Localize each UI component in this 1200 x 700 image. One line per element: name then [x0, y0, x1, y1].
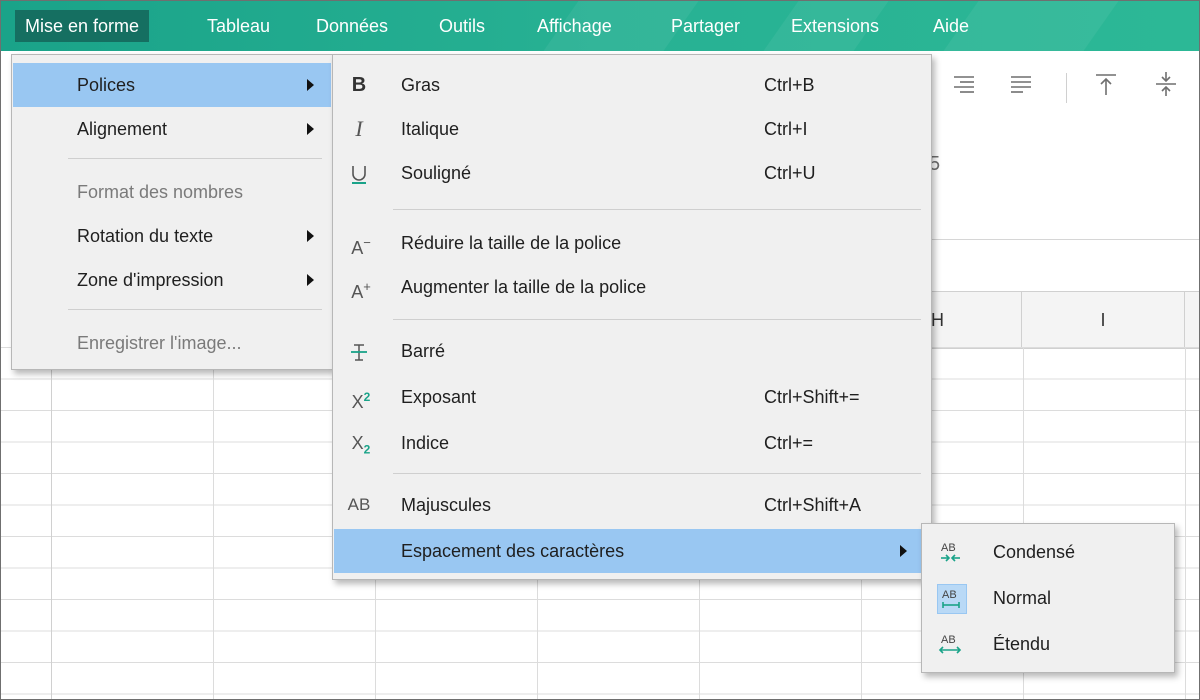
menu-item-italique[interactable]: I Italique Ctrl+I	[334, 107, 930, 151]
menu-item-label: Condensé	[993, 542, 1076, 562]
menu-item-label: Majuscules	[401, 495, 492, 515]
menu-partager[interactable]: Partager	[661, 10, 750, 42]
bold-icon: B	[351, 74, 367, 96]
column-label: I	[1100, 310, 1106, 330]
format-menu: Polices Alignement Format des nombres Ro…	[11, 54, 333, 370]
normal-spacing-icon: AB	[937, 584, 967, 614]
menu-tableau[interactable]: Tableau	[197, 10, 280, 42]
menu-item-format-des-nombres: Format des nombres	[13, 170, 331, 214]
menu-separator	[393, 209, 921, 210]
menu-item-polices[interactable]: Polices	[13, 63, 331, 107]
menu-item-rotation-du-texte[interactable]: Rotation du texte	[13, 214, 331, 258]
menu-item-normal[interactable]: AB Normal	[923, 576, 1173, 620]
subscript-icon: X2	[351, 433, 371, 457]
menu-item-label: Étendu	[993, 634, 1051, 654]
align-justify-icon[interactable]	[1006, 71, 1036, 101]
menu-separator	[68, 309, 322, 310]
menu-item-label: Polices	[77, 75, 136, 95]
menu-item-label: Alignement	[77, 119, 168, 139]
menu-item-enregistrer-l-image: Enregistrer l'image...	[13, 321, 331, 365]
menu-separator	[393, 319, 921, 320]
expanded-spacing-icon: AB	[937, 630, 965, 658]
menu-item-label: Barré	[401, 341, 446, 361]
menu-item-label: Souligné	[401, 163, 472, 183]
menu-mise-en-forme[interactable]: Mise en forme	[15, 10, 150, 42]
submenu-arrow-icon	[307, 79, 314, 91]
menu-separator	[68, 158, 322, 159]
menu-item-barre[interactable]: Barré	[334, 329, 930, 373]
menu-item-espacement[interactable]: Espacement des caractères	[334, 529, 930, 573]
menu-aide[interactable]: Aide	[923, 10, 979, 42]
menu-extensions[interactable]: Extensions	[781, 10, 889, 42]
menu-item-label: Exposant	[401, 387, 477, 407]
column-header-i[interactable]: I	[1022, 291, 1185, 349]
menu-item-majuscules[interactable]: AB Majuscules Ctrl+Shift+A	[334, 483, 930, 527]
menu-item-souligne[interactable]: Souligné Ctrl+U	[334, 151, 930, 195]
menu-item-label: Zone d'impression	[77, 270, 224, 290]
menu-item-label: Indice	[401, 433, 450, 453]
menu-affichage[interactable]: Affichage	[527, 10, 622, 42]
column-header-j[interactable]	[1185, 291, 1199, 349]
shortcut-label: Ctrl+B	[764, 75, 815, 95]
menu-item-zone-d-impression[interactable]: Zone d'impression	[13, 258, 331, 302]
submenu-arrow-icon	[307, 123, 314, 135]
menu-item-indice[interactable]: X2 Indice Ctrl+=	[334, 421, 930, 465]
menu-item-label: Rotation du texte	[77, 226, 214, 246]
italic-icon: I	[355, 116, 363, 141]
column-label: H	[931, 310, 944, 330]
shortcut-label: Ctrl+U	[764, 163, 816, 183]
menu-item-label: Italique	[401, 119, 460, 139]
menu-separator	[393, 473, 921, 474]
fonts-submenu: B Gras Ctrl+B I Italique Ctrl+I Souligné…	[332, 54, 932, 580]
menu-donnees[interactable]: Données	[306, 10, 398, 42]
menu-item-label: Réduire la taille de la police	[401, 233, 622, 253]
shortcut-label: Ctrl+Shift+=	[764, 387, 860, 407]
strikethrough-icon	[348, 329, 370, 373]
toolbar-separator	[1066, 73, 1067, 103]
increase-font-size-icon: A+	[351, 279, 371, 302]
underline-icon	[348, 151, 370, 195]
app-window: Mise en forme Tableau Données Outils Aff…	[0, 0, 1200, 700]
shortcut-label: Ctrl+I	[764, 119, 808, 139]
menu-item-augmenter-taille[interactable]: A+ Augmenter la taille de la police	[334, 265, 930, 309]
menu-item-exposant[interactable]: X2 Exposant Ctrl+Shift+=	[334, 375, 930, 419]
shortcut-label: Ctrl+Shift+A	[764, 495, 862, 515]
menu-item-gras[interactable]: B Gras Ctrl+B	[334, 63, 930, 107]
menu-item-reduire-taille[interactable]: A− Réduire la taille de la police	[334, 221, 930, 265]
menu-item-etendu[interactable]: AB Étendu	[923, 622, 1173, 666]
condensed-spacing-icon: AB	[937, 538, 965, 566]
submenu-arrow-icon	[900, 545, 907, 557]
menu-item-label: Format des nombres	[77, 182, 244, 202]
svg-text:AB: AB	[941, 542, 956, 554]
menu-item-label: Normal	[993, 588, 1052, 608]
align-top-icon[interactable]	[1091, 71, 1121, 101]
menu-item-label: Gras	[401, 75, 441, 95]
menu-item-alignement[interactable]: Alignement	[13, 107, 331, 151]
menu-item-label: Espacement des caractères	[401, 541, 625, 561]
submenu-arrow-icon	[307, 230, 314, 242]
superscript-icon: X2	[351, 390, 371, 412]
svg-text:AB: AB	[942, 589, 957, 601]
menu-item-label: Augmenter la taille de la police	[401, 277, 647, 297]
spacing-submenu: AB Condensé AB Normal AB Étendu	[921, 523, 1175, 673]
submenu-arrow-icon	[307, 274, 314, 286]
svg-text:AB: AB	[941, 634, 956, 646]
uppercase-icon: AB	[347, 495, 371, 514]
decrease-font-size-icon: A−	[351, 235, 371, 258]
menubar: Mise en forme Tableau Données Outils Aff…	[1, 1, 1199, 51]
menu-item-label: Enregistrer l'image...	[77, 333, 242, 353]
formula-bar-border	[921, 239, 1199, 240]
menu-outils[interactable]: Outils	[429, 10, 495, 42]
align-middle-icon[interactable]	[1151, 71, 1181, 101]
menu-item-condense[interactable]: AB Condensé	[923, 530, 1173, 574]
align-right-icon[interactable]	[949, 71, 979, 101]
shortcut-label: Ctrl+=	[764, 433, 814, 453]
row-header-column[interactable]	[1, 347, 52, 699]
